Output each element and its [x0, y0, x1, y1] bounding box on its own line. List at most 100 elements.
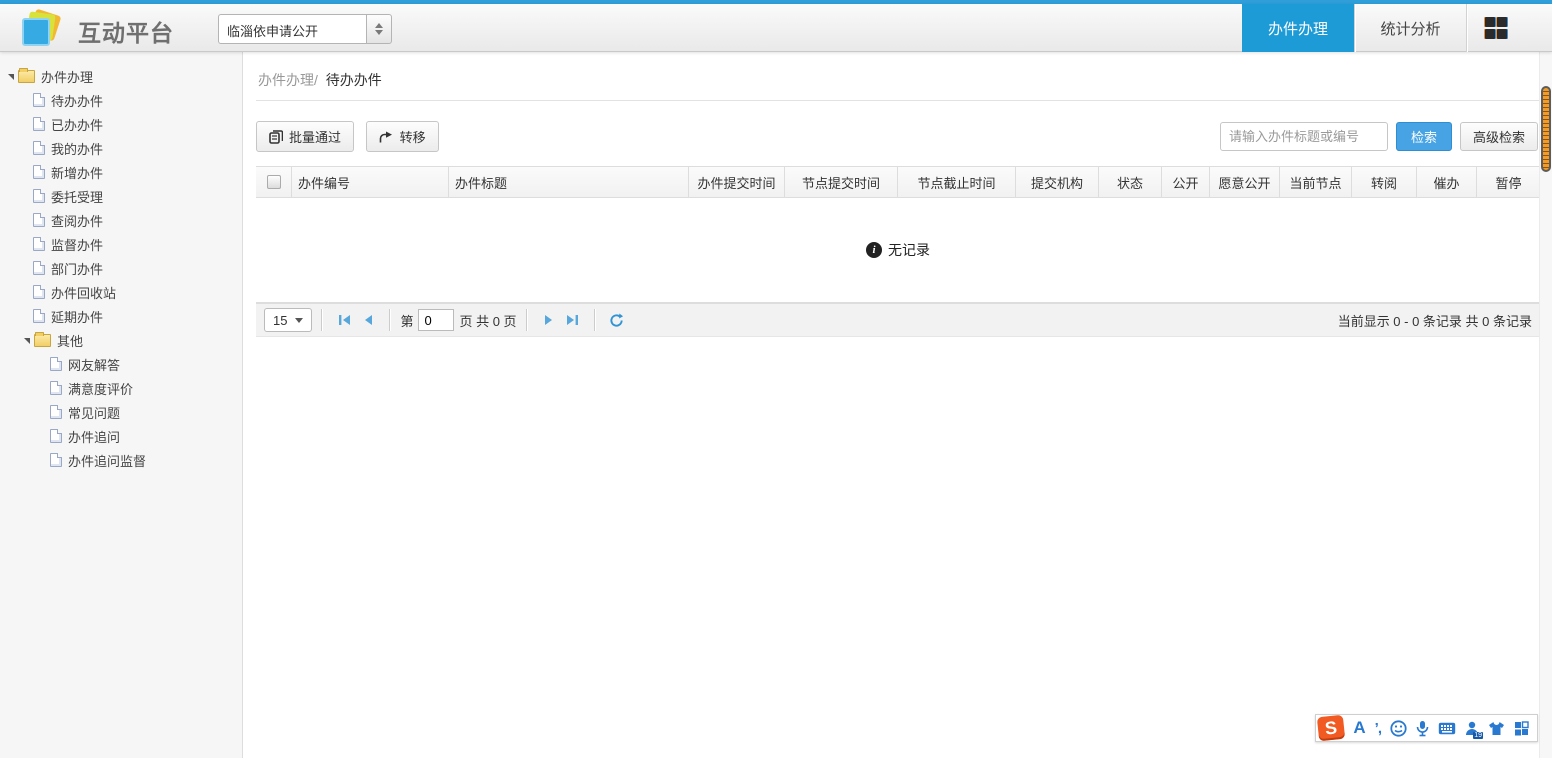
breadcrumb: 办件办理/ 待办办件	[244, 52, 1552, 100]
page-size-select[interactable]: 15	[264, 308, 312, 332]
file-icon	[33, 237, 45, 251]
tab-case-handling[interactable]: 办件办理	[1242, 4, 1354, 52]
app-logo-icon	[22, 11, 64, 47]
pagination-controls: 15 第 页 共 0 页	[264, 308, 629, 332]
divider	[321, 309, 323, 331]
info-icon: i	[866, 242, 882, 258]
tree-item-pending-cases[interactable]: 待办办件	[0, 88, 242, 112]
col-submit-time[interactable]: 办件提交时间	[689, 167, 785, 197]
toolbar-buttons: 批量通过 转移	[256, 121, 447, 152]
col-submit-org[interactable]: 提交机构	[1016, 167, 1099, 197]
microphone-icon[interactable]	[1416, 720, 1429, 737]
divider	[389, 309, 391, 331]
tree-item-case-recycle-bin[interactable]: 办件回收站	[0, 280, 242, 304]
site-select-spinner-icon[interactable]	[366, 14, 392, 44]
tree-item-view-cases[interactable]: 查阅办件	[0, 208, 242, 232]
tree-item-entrusted-acceptance[interactable]: 委托受理	[0, 184, 242, 208]
chevron-down-icon	[295, 318, 303, 323]
cases-table: 办件编号 办件标题 办件提交时间 节点提交时间 节点截止时间 提交机构 状态 公…	[256, 166, 1540, 303]
vertical-scrollbar-track[interactable]	[1539, 52, 1552, 758]
col-node-deadline[interactable]: 节点截止时间	[898, 167, 1016, 197]
tree-item-faq[interactable]: 常见问题	[0, 400, 242, 424]
page-prefix: 第	[400, 311, 413, 330]
tree-item-my-cases[interactable]: 我的办件	[0, 136, 242, 160]
soft-keyboard-icon[interactable]	[1438, 722, 1456, 735]
emoji-icon[interactable]	[1390, 720, 1407, 737]
header-tabs: 办件办理 统计分析	[1242, 4, 1524, 52]
tree-item-label: 办件追问监督	[68, 451, 146, 470]
tree-item-done-cases[interactable]: 已办办件	[0, 112, 242, 136]
last-page-button[interactable]	[561, 308, 585, 332]
file-icon	[50, 429, 62, 443]
col-urge[interactable]: 催办	[1417, 167, 1477, 197]
tree-item-case-followup[interactable]: 办件追问	[0, 424, 242, 448]
tree-item-department-cases[interactable]: 部门办件	[0, 256, 242, 280]
col-forward-read[interactable]: 转阅	[1352, 167, 1417, 197]
toolbar-row: 批量通过 转移 检索 高级检索	[244, 101, 1552, 166]
page-size-value: 15	[273, 313, 287, 328]
site-select[interactable]: 临淄依申请公开	[218, 14, 392, 44]
file-icon	[50, 405, 62, 419]
vertical-scrollbar-thumb[interactable]	[1541, 86, 1551, 172]
breadcrumb-current: 待办办件	[326, 72, 382, 88]
caret-expanded-icon[interactable]	[24, 338, 30, 344]
select-all-checkbox[interactable]	[267, 175, 281, 189]
tree-group-other[interactable]: 其他	[0, 328, 242, 352]
search-input[interactable]	[1220, 122, 1388, 151]
refresh-button[interactable]	[605, 308, 629, 332]
batch-approve-button[interactable]: 批量通过	[256, 121, 354, 152]
tree-item-label: 常见问题	[68, 403, 120, 422]
page-number-input[interactable]	[418, 309, 454, 331]
first-page-button[interactable]	[332, 308, 356, 332]
prev-page-button[interactable]	[356, 308, 380, 332]
user-level-icon[interactable]: 19	[1465, 721, 1479, 736]
site-select-value[interactable]: 临淄依申请公开	[218, 14, 366, 44]
tree-item-label: 办件回收站	[51, 283, 116, 302]
col-case-title[interactable]: 办件标题	[449, 167, 689, 197]
divider	[526, 309, 528, 331]
tree-item-label: 待办办件	[51, 91, 103, 110]
caret-expanded-icon[interactable]	[8, 74, 14, 80]
tree-item-label: 查阅办件	[51, 211, 103, 230]
next-page-button[interactable]	[537, 308, 561, 332]
pagination-summary: 当前显示 0 - 0 条记录 共 0 条记录	[1338, 311, 1532, 330]
punctuation-icon[interactable]: ’,	[1375, 720, 1381, 737]
file-icon	[33, 165, 45, 179]
transfer-label: 转移	[400, 127, 426, 146]
tree-item-label: 已办办件	[51, 115, 103, 134]
col-node-submit-time[interactable]: 节点提交时间	[785, 167, 898, 197]
letter-mode-icon[interactable]: A	[1353, 718, 1365, 738]
col-public[interactable]: 公开	[1162, 167, 1210, 197]
toolbox-icon[interactable]	[1514, 721, 1529, 736]
col-status[interactable]: 状态	[1099, 167, 1162, 197]
tree-item-label: 新增办件	[51, 163, 103, 182]
apps-grid-icon[interactable]	[1466, 4, 1524, 52]
transfer-button[interactable]: 转移	[366, 121, 439, 152]
tree-item-supervise-cases[interactable]: 监督办件	[0, 232, 242, 256]
tab-statistics[interactable]: 统计分析	[1354, 4, 1466, 52]
tree-item-new-case[interactable]: 新增办件	[0, 160, 242, 184]
sogou-logo[interactable]: S	[1317, 715, 1345, 742]
tree-item-label: 办件追问	[68, 427, 120, 446]
table-header-row: 办件编号 办件标题 办件提交时间 节点提交时间 节点截止时间 提交机构 状态 公…	[256, 167, 1540, 198]
tree-group-case-handling[interactable]: 办件办理	[0, 64, 242, 88]
col-pause[interactable]: 暂停	[1477, 167, 1540, 197]
tree-item-case-followup-supervision[interactable]: 办件追问监督	[0, 448, 242, 472]
file-icon	[50, 357, 62, 371]
app-title: 互动平台	[78, 14, 174, 48]
skin-icon[interactable]	[1488, 721, 1505, 736]
advanced-search-button[interactable]: 高级检索	[1460, 122, 1538, 151]
file-icon	[33, 213, 45, 227]
stack-papers-icon	[269, 130, 283, 144]
tree-item-label: 委托受理	[51, 187, 103, 206]
tree-group-label: 办件办理	[41, 67, 93, 86]
col-current-node[interactable]: 当前节点	[1280, 167, 1352, 197]
search-button[interactable]: 检索	[1396, 122, 1452, 151]
tree-item-netizen-answers[interactable]: 网友解答	[0, 352, 242, 376]
tree-item-delayed-cases[interactable]: 延期办件	[0, 304, 242, 328]
col-case-number[interactable]: 办件编号	[292, 167, 449, 197]
col-willing-public[interactable]: 愿意公开	[1210, 167, 1280, 197]
breadcrumb-parent[interactable]: 办件办理/	[258, 72, 318, 88]
file-icon	[33, 189, 45, 203]
tree-item-satisfaction-rating[interactable]: 满意度评价	[0, 376, 242, 400]
